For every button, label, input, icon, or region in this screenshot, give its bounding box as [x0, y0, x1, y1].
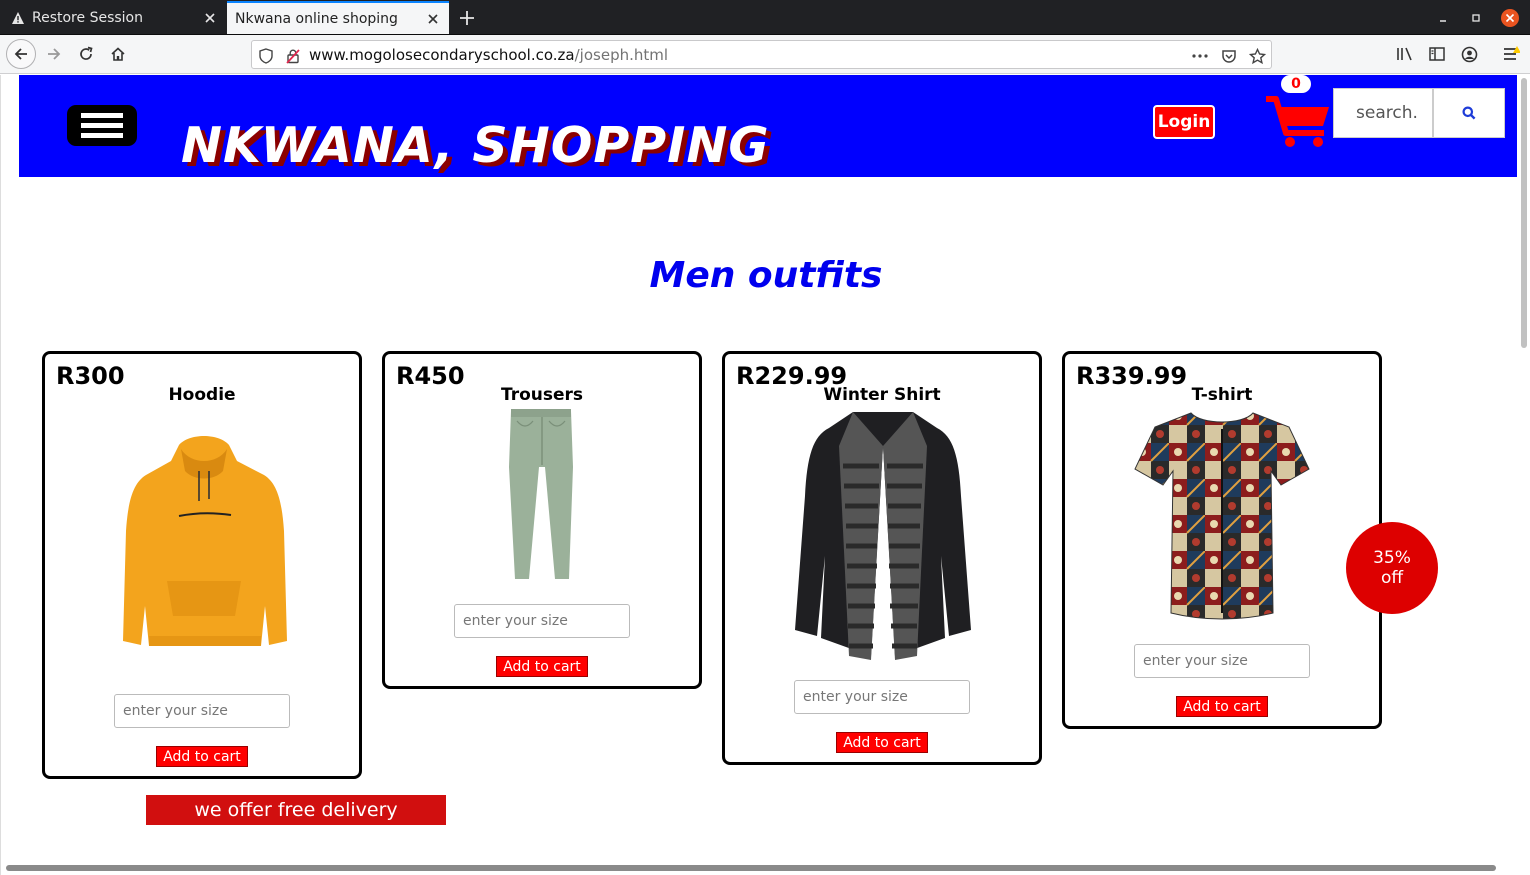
size-input[interactable]: enter your size	[454, 604, 630, 638]
discount-percent: 35%	[1373, 548, 1411, 568]
cart-count-badge: 0	[1281, 75, 1311, 93]
more-actions-icon[interactable]	[1191, 47, 1209, 65]
menu-bar	[81, 133, 123, 138]
product-card: R229.99 Winter Shirt enter your size Add…	[722, 351, 1042, 765]
site-header: NKWANA, SHOPPING Login 0 search.	[19, 75, 1517, 177]
search-icon	[1462, 106, 1476, 120]
warning-icon	[12, 12, 24, 24]
size-input[interactable]: enter your size	[114, 694, 290, 728]
search-button[interactable]	[1433, 88, 1505, 138]
add-to-cart-button[interactable]: Add to cart	[156, 746, 248, 767]
url-host: www.mogolosecondaryschool.co.za	[309, 45, 575, 64]
url-text: www.mogolosecondaryschool.co.za/joseph.h…	[309, 46, 668, 64]
home-button[interactable]	[103, 39, 133, 69]
url-path: /joseph.html	[574, 45, 669, 64]
library-icon	[1397, 47, 1412, 61]
winter-shirt-image	[795, 412, 971, 660]
t-shirt-image	[1134, 412, 1310, 620]
menu-bar	[81, 123, 123, 128]
size-input[interactable]: enter your size	[1134, 644, 1310, 678]
web-page: NKWANA, SHOPPING Login 0 search. Men out…	[0, 75, 1530, 875]
product-name: Hoodie	[168, 385, 236, 405]
tab-title: Nkwana online shoping	[235, 11, 398, 27]
sidebar-button[interactable]	[1422, 39, 1452, 69]
minimize-icon	[1440, 20, 1446, 22]
product-card: R339.99 T-shirt enter your size Add to c…	[1062, 351, 1382, 729]
site-brand-title: NKWANA, SHOPPING	[181, 117, 770, 174]
home-icon	[111, 47, 125, 61]
close-icon	[1501, 9, 1519, 27]
forward-button[interactable]	[39, 39, 69, 69]
maximize-icon	[1472, 14, 1480, 22]
plus-icon	[460, 11, 474, 25]
section-title: Men outfits	[649, 255, 883, 296]
menu-bar	[81, 113, 123, 118]
reload-button[interactable]	[71, 39, 101, 69]
shopping-cart-icon[interactable]	[1266, 93, 1332, 149]
minimize-button[interactable]	[1433, 8, 1453, 28]
tab-title: Restore Session	[32, 10, 143, 26]
bookmark-star-icon[interactable]	[1248, 47, 1266, 65]
library-button[interactable]	[1390, 39, 1420, 69]
tab-restore-session[interactable]: Restore Session	[0, 1, 226, 35]
login-button[interactable]: Login	[1153, 105, 1215, 139]
close-window-button[interactable]	[1500, 8, 1520, 28]
product-card: R450 Trousers enter your size Add to car…	[382, 351, 702, 689]
url-bar[interactable]: www.mogolosecondaryschool.co.za/joseph.h…	[251, 40, 1272, 69]
trousers-image	[509, 409, 573, 579]
pocket-icon[interactable]	[1220, 47, 1238, 65]
shield-icon[interactable]	[257, 47, 275, 65]
add-to-cart-button[interactable]: Add to cart	[496, 656, 588, 677]
vertical-scrollbar[interactable]	[1521, 78, 1527, 348]
back-button[interactable]	[6, 39, 36, 69]
new-tab-button[interactable]	[455, 6, 479, 30]
insecure-lock-icon[interactable]	[284, 47, 302, 65]
product-name: T-shirt	[1191, 385, 1253, 405]
add-to-cart-button[interactable]: Add to cart	[1176, 696, 1268, 717]
product-name: Winter Shirt	[823, 385, 941, 405]
menu-button[interactable]	[1496, 39, 1526, 69]
close-icon[interactable]	[425, 11, 441, 27]
discount-label: off	[1380, 568, 1404, 588]
close-icon[interactable]	[202, 10, 218, 26]
size-input[interactable]: enter your size	[794, 680, 970, 714]
sidebar-icon	[1429, 47, 1445, 61]
arrow-left-icon	[14, 48, 27, 60]
browser-nav-bar: www.mogolosecondaryschool.co.za/joseph.h…	[0, 35, 1530, 74]
reload-icon	[80, 46, 93, 60]
horizontal-scrollbar[interactable]	[6, 865, 1496, 871]
maximize-button[interactable]	[1466, 8, 1486, 28]
account-button[interactable]	[1454, 39, 1484, 69]
free-delivery-banner: we offer free delivery	[146, 795, 446, 825]
add-to-cart-button[interactable]: Add to cart	[836, 732, 928, 753]
product-name: Trousers	[500, 385, 584, 405]
account-icon	[1461, 46, 1477, 62]
arrow-right-icon	[48, 48, 61, 60]
search-input[interactable]: search.	[1333, 88, 1433, 138]
hamburger-menu-button[interactable]	[67, 105, 137, 146]
browser-tab-bar: Restore Session Nkwana online shoping	[0, 0, 1530, 35]
discount-badge: 35% off	[1346, 522, 1438, 614]
product-card: R300 Hoodie enter your size Add to cart	[42, 351, 362, 779]
hoodie-image	[123, 436, 287, 646]
tab-nkwana-online-shoping[interactable]: Nkwana online shoping	[227, 1, 449, 35]
menu-icon	[1504, 46, 1520, 60]
